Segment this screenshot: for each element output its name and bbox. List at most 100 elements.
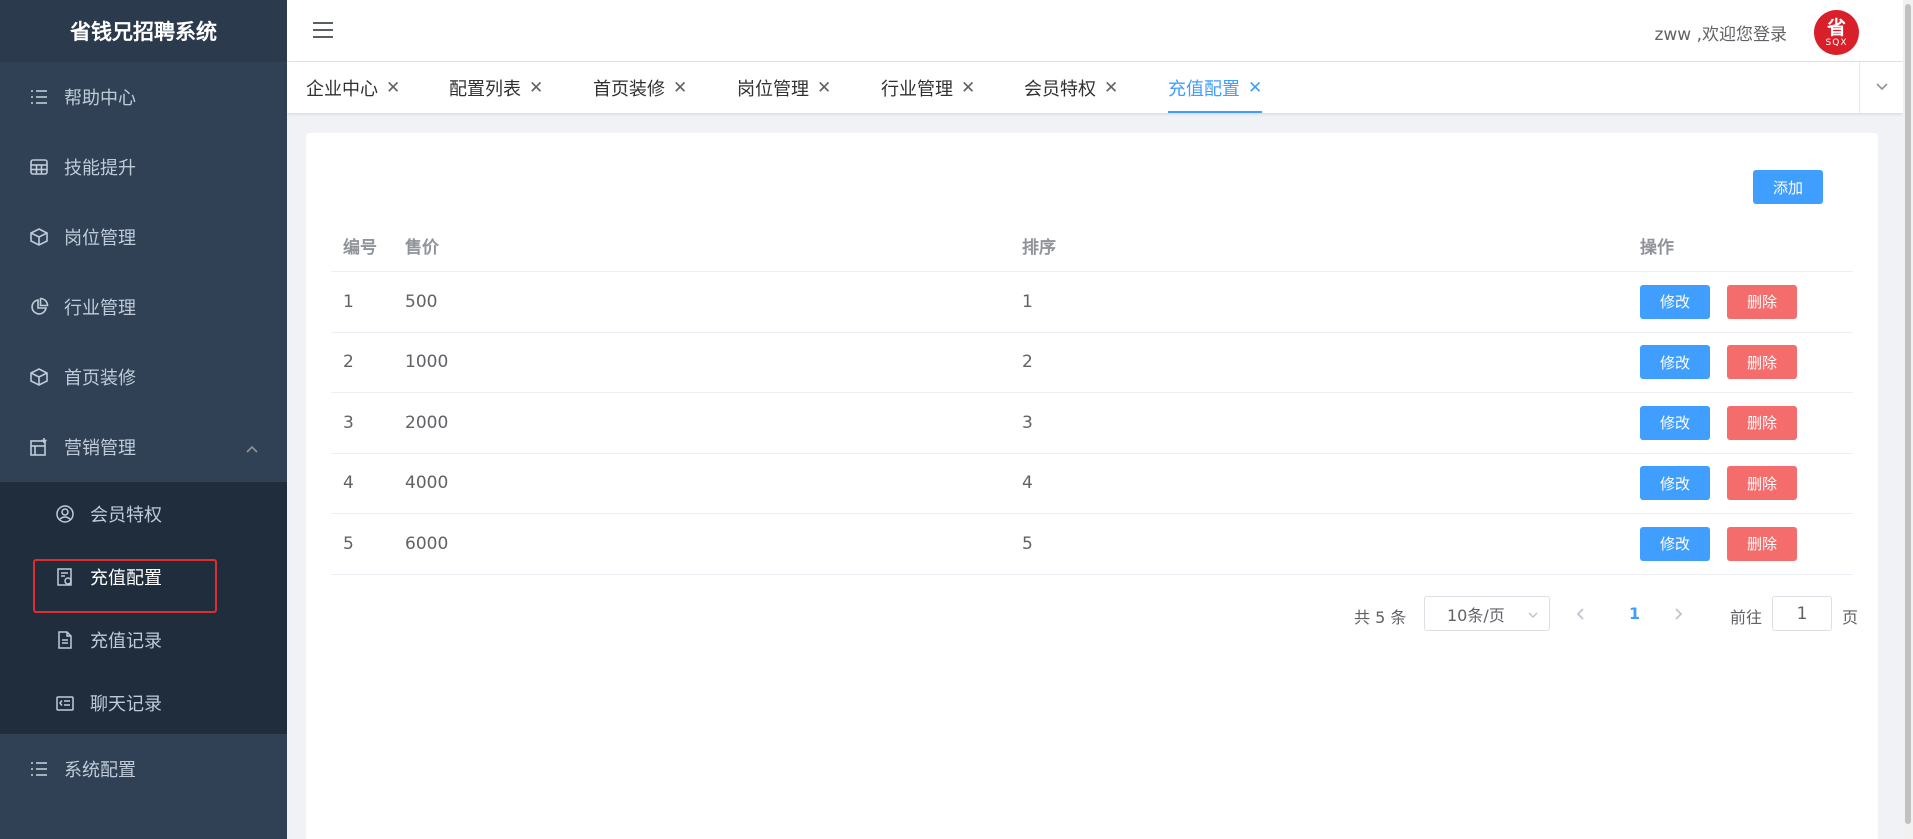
close-icon[interactable]: ✕ [817,78,831,98]
page-size-select[interactable]: 10条/页 [1424,596,1550,631]
avatar[interactable]: 省 SQX [1814,10,1859,55]
prev-page-button[interactable] [1574,604,1590,624]
close-icon[interactable]: ✕ [386,78,400,98]
cell-ops: 修改 删除 [1628,405,1853,440]
scrollbar-thumb[interactable] [1905,4,1911,824]
tab-enterprise-center[interactable]: 企业中心 ✕ [306,62,400,113]
tab-industry-management[interactable]: 行业管理 ✕ [881,62,975,113]
hamburger-menu-icon[interactable] [313,22,333,40]
tab-label: 企业中心 [306,78,378,100]
tab-job-management[interactable]: 岗位管理 ✕ [737,62,831,113]
tab-label: 充值配置 [1168,78,1240,100]
delete-button[interactable]: 删除 [1727,526,1797,561]
close-icon[interactable]: ✕ [961,78,975,98]
cell-price: 2000 [405,412,449,433]
avatar-logo-char: 省 [1826,16,1846,39]
table-row: 4 4000 4 修改 删除 [331,454,1853,514]
sidebar-item-label: 岗位管理 [64,228,136,249]
sidebar-item-label: 充值记录 [90,630,162,652]
sidebar-item-industry-management[interactable]: 行业管理 [0,272,287,342]
app-logo-title: 省钱兄招聘系统 [0,0,287,62]
cell-sort: 3 [1022,412,1033,433]
sidebar-item-label: 充值配置 [90,567,162,589]
close-icon[interactable]: ✕ [1104,78,1118,98]
grid-icon [28,156,50,178]
chevron-down-icon [1875,78,1889,97]
tab-label: 行业管理 [881,78,953,100]
close-icon[interactable]: ✕ [1248,78,1262,98]
cell-sort: 4 [1022,473,1033,494]
table-row: 1 500 1 修改 删除 [331,272,1853,333]
tab-config-list[interactable]: 配置列表 ✕ [449,62,543,113]
pie-chart-icon [28,296,50,318]
page-number-current[interactable]: 1 [1629,604,1640,623]
cell-ops: 修改 删除 [1628,466,1853,501]
cell-id: 4 [343,473,354,494]
cell-sort: 2 [1022,352,1033,373]
cell-id: 5 [343,533,354,554]
close-icon[interactable]: ✕ [529,78,543,98]
sidebar-item-label: 聊天记录 [90,693,162,715]
sidebar-item-help-center[interactable]: 帮助中心 [0,62,287,132]
goto-page-input[interactable] [1772,596,1832,631]
delete-button[interactable]: 删除 [1727,284,1797,319]
sidebar-item-member-privileges[interactable]: 会员特权 [0,482,287,545]
table-row: 5 6000 5 修改 删除 [331,514,1853,575]
chevron-up-icon [245,440,259,454]
sidebar-item-label: 技能提升 [64,158,136,179]
sidebar: 省钱兄招聘系统 帮助中心 技能提升 岗位管理 行业管理 首页装修 营销管理 会员… [0,0,287,839]
sidebar-item-homepage-decoration[interactable]: 首页装修 [0,342,287,412]
recharge-config-icon [54,566,76,588]
cell-sort: 1 [1022,291,1033,312]
page-suffix: 页 [1842,608,1859,627]
main-card: 添加 编号 售价 排序 操作 1 500 1 修改 删除 2 1000 2 修改… [306,133,1878,839]
cell-price: 6000 [405,533,449,554]
sidebar-item-marketing-management[interactable]: 营销管理 [0,412,287,482]
cell-ops: 修改 删除 [1628,526,1853,561]
header-sort: 排序 [1022,238,1056,258]
close-icon[interactable]: ✕ [673,78,687,98]
tab-member-privileges[interactable]: 会员特权 ✕ [1024,62,1118,113]
cell-price: 500 [405,291,438,312]
edit-button[interactable]: 修改 [1640,405,1710,440]
sidebar-item-system-config[interactable]: 系统配置 [0,734,287,804]
sidebar-item-job-management[interactable]: 岗位管理 [0,202,287,272]
tab-label: 岗位管理 [737,78,809,100]
tab-recharge-config[interactable]: 充值配置 ✕ [1168,62,1263,113]
edit-button[interactable]: 修改 [1640,526,1710,561]
tab-homepage-decoration[interactable]: 首页装修 ✕ [593,62,687,113]
box-icon [28,366,50,388]
sidebar-item-label: 首页装修 [64,368,136,389]
sidebar-item-recharge-records[interactable]: 充值记录 [0,608,287,671]
next-page-button[interactable] [1671,604,1687,624]
list-icon [28,86,50,108]
cell-id: 1 [343,291,354,312]
cell-price: 1000 [405,352,449,373]
edit-button[interactable]: 修改 [1640,466,1710,501]
tab-label: 会员特权 [1024,78,1096,100]
sidebar-item-chat-records[interactable]: 聊天记录 [0,671,287,734]
sidebar-item-recharge-config[interactable]: 充值配置 [0,545,287,608]
header-price: 售价 [405,238,439,258]
page-scrollbar[interactable] [1903,0,1913,839]
tabs-bar: 企业中心 ✕ 配置列表 ✕ 首页装修 ✕ 岗位管理 ✕ 行业管理 ✕ 会员特权 ✕ 充值配置… [287,62,1903,113]
recharge-config-table: 编号 售价 排序 操作 1 500 1 修改 删除 2 1000 2 修改 删除… [331,220,1853,575]
sidebar-item-label: 帮助中心 [64,88,136,109]
edit-button[interactable]: 修改 [1640,284,1710,319]
delete-button[interactable]: 删除 [1727,345,1797,380]
edit-button[interactable]: 修改 [1640,345,1710,380]
sidebar-item-skill-upgrade[interactable]: 技能提升 [0,132,287,202]
chevron-right-icon [1675,608,1683,620]
pagination: 共 5 条 10条/页 1 前往 页 [306,596,1878,632]
chevron-left-icon [1576,608,1584,620]
cell-price: 4000 [405,473,449,494]
sidebar-item-label: 会员特权 [90,504,162,526]
sidebar-item-label: 行业管理 [64,298,136,319]
marketing-icon [28,436,50,458]
add-button[interactable]: 添加 [1753,170,1823,204]
welcome-text: zww ,欢迎您登录 [1654,25,1787,45]
cell-id: 2 [343,352,354,373]
delete-button[interactable]: 删除 [1727,405,1797,440]
tabs-dropdown[interactable] [1859,62,1903,113]
delete-button[interactable]: 删除 [1727,466,1797,501]
